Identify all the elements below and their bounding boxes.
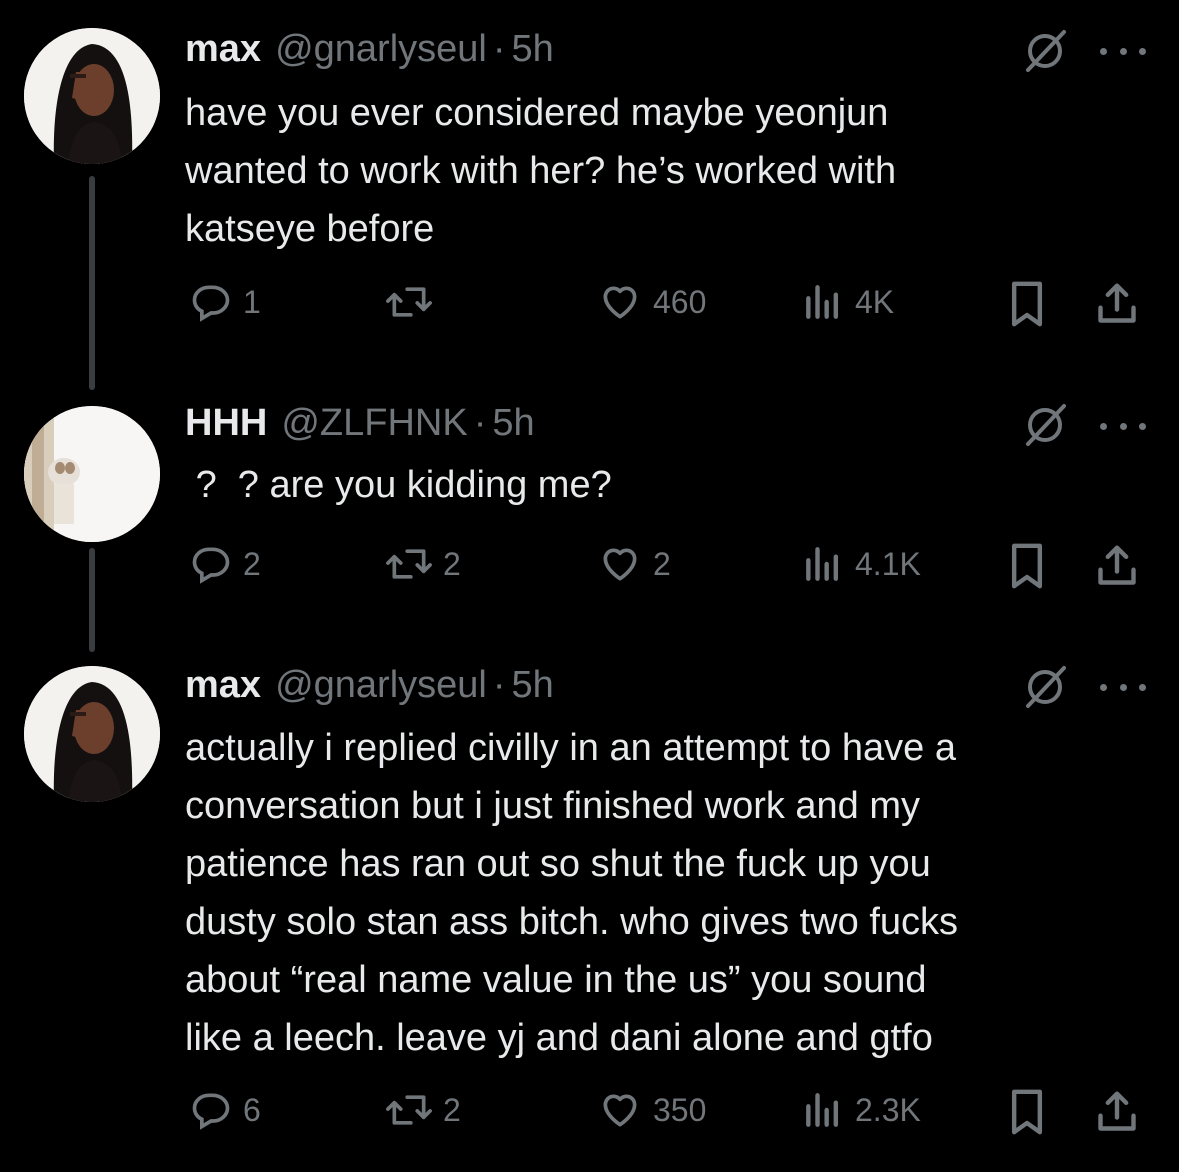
action-bar: 6 2 350 2.3K bbox=[185, 1088, 1145, 1136]
heart-icon bbox=[603, 1094, 637, 1127]
view-count: 4K bbox=[855, 283, 895, 320]
action-bar: 1 460 4K bbox=[185, 280, 1145, 328]
retweet-icon bbox=[386, 1095, 432, 1125]
timestamp[interactable]: 5h bbox=[492, 402, 534, 445]
views-icon bbox=[806, 285, 839, 319]
retweet-button[interactable]: 2 bbox=[385, 542, 461, 586]
like-count: 460 bbox=[653, 283, 707, 320]
reply-count: 1 bbox=[243, 283, 261, 320]
tweet-text: actually i replied civilly in an attempt… bbox=[185, 727, 959, 1059]
bookmark-icon bbox=[1011, 281, 1043, 327]
views-button[interactable]: 4K bbox=[801, 280, 894, 324]
views-button[interactable]: 2.3K bbox=[801, 1088, 921, 1132]
share-button[interactable] bbox=[1095, 280, 1139, 328]
separator-dot: · bbox=[492, 664, 506, 706]
user-handle[interactable]: @gnarlyseul bbox=[275, 28, 487, 71]
reply-button[interactable]: 6 bbox=[189, 1088, 261, 1132]
reply-count: 2 bbox=[243, 545, 261, 582]
retweet-count: 2 bbox=[443, 545, 461, 582]
grok-icon[interactable] bbox=[1020, 400, 1070, 450]
tweet-header: max @gnarlyseul · 5h bbox=[185, 28, 554, 76]
bookmark-icon bbox=[1011, 1089, 1043, 1135]
user-handle[interactable]: @gnarlyseul bbox=[275, 664, 487, 707]
like-count: 350 bbox=[653, 1091, 707, 1128]
more-icon[interactable] bbox=[1100, 418, 1146, 434]
like-button[interactable]: 350 bbox=[597, 1088, 706, 1132]
thread-line bbox=[89, 176, 95, 390]
retweet-icon bbox=[386, 287, 432, 317]
tweet-header: HHH @ZLFHNK · 5h bbox=[185, 402, 535, 450]
like-button[interactable]: 460 bbox=[597, 280, 706, 324]
reply-count: 6 bbox=[243, 1091, 261, 1128]
retweet-button[interactable] bbox=[385, 280, 443, 324]
share-button[interactable] bbox=[1095, 542, 1139, 590]
views-icon bbox=[806, 547, 839, 581]
timestamp[interactable]: 5h bbox=[512, 28, 554, 71]
view-count: 4.1K bbox=[855, 545, 921, 582]
retweet-icon bbox=[386, 549, 432, 579]
thread-line bbox=[89, 548, 95, 652]
like-count: 2 bbox=[653, 545, 671, 582]
separator-dot: · bbox=[473, 402, 487, 444]
action-bar: 2 2 2 4.1K bbox=[185, 542, 1145, 590]
tweet-text: have you ever considered maybe yeonjun w… bbox=[185, 92, 897, 250]
reply-icon bbox=[192, 285, 230, 322]
bookmark-button[interactable] bbox=[1005, 1088, 1049, 1136]
reply-button[interactable]: 2 bbox=[189, 542, 261, 586]
display-name[interactable]: max bbox=[185, 28, 261, 71]
like-button[interactable]: 2 bbox=[597, 542, 671, 586]
views-button[interactable]: 4.1K bbox=[801, 542, 921, 586]
avatar[interactable] bbox=[24, 666, 160, 802]
user-handle[interactable]: @ZLFHNK bbox=[281, 402, 467, 445]
reply-button[interactable]: 1 bbox=[189, 280, 261, 324]
more-icon[interactable] bbox=[1100, 43, 1146, 59]
heart-icon bbox=[603, 548, 637, 581]
separator-dot: · bbox=[492, 28, 506, 70]
grok-icon[interactable] bbox=[1020, 26, 1070, 76]
share-icon bbox=[1098, 283, 1136, 323]
grok-icon[interactable] bbox=[1020, 662, 1070, 712]
heart-icon bbox=[603, 286, 637, 319]
share-icon bbox=[1098, 545, 1136, 585]
more-icon[interactable] bbox=[1100, 679, 1146, 695]
bookmark-button[interactable] bbox=[1005, 542, 1049, 590]
display-name[interactable]: HHH bbox=[185, 402, 267, 445]
reply-icon bbox=[192, 547, 230, 584]
retweet-button[interactable]: 2 bbox=[385, 1088, 461, 1132]
tweet-text: ? ? are you kidding me? bbox=[185, 464, 612, 506]
timestamp[interactable]: 5h bbox=[512, 664, 554, 707]
reply-icon bbox=[192, 1093, 230, 1130]
tweet-header: max @gnarlyseul · 5h bbox=[185, 664, 554, 712]
retweet-count: 2 bbox=[443, 1091, 461, 1128]
share-icon bbox=[1098, 1091, 1136, 1131]
share-button[interactable] bbox=[1095, 1088, 1139, 1136]
avatar[interactable] bbox=[24, 28, 160, 164]
display-name[interactable]: max bbox=[185, 664, 261, 707]
avatar[interactable] bbox=[24, 406, 160, 542]
view-count: 2.3K bbox=[855, 1091, 921, 1128]
bookmark-button[interactable] bbox=[1005, 280, 1049, 328]
views-icon bbox=[806, 1093, 839, 1127]
bookmark-icon bbox=[1011, 543, 1043, 589]
